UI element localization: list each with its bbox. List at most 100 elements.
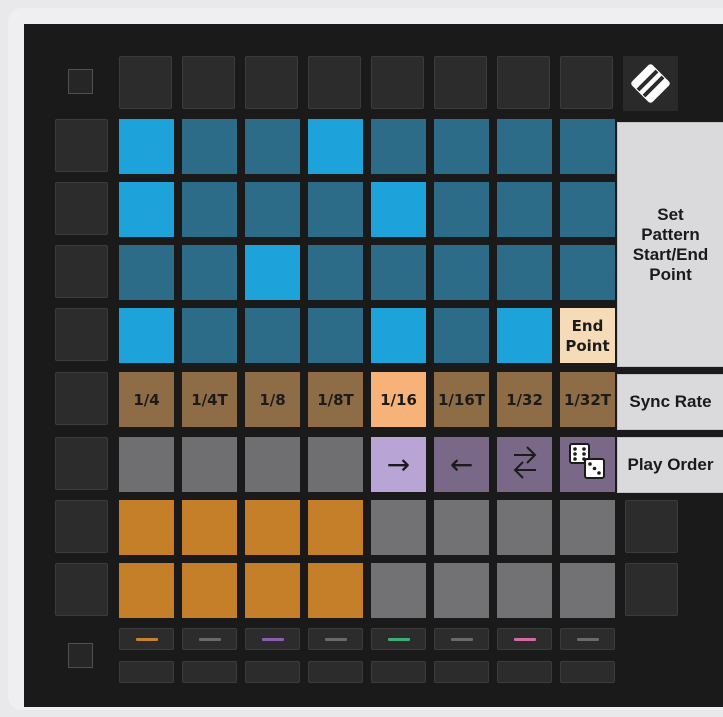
- pattern-pad[interactable]: [308, 182, 363, 237]
- track-select-button[interactable]: [371, 628, 426, 650]
- sync-rate-pad[interactable]: 1/16T: [434, 372, 489, 427]
- top-button-3[interactable]: [245, 56, 298, 109]
- track-select-button[interactable]: [308, 628, 363, 650]
- play-order-pad[interactable]: →: [371, 437, 426, 492]
- step-pad[interactable]: [245, 563, 300, 618]
- pattern-pad[interactable]: [434, 245, 489, 300]
- mute-solo-button[interactable]: [560, 661, 615, 683]
- pattern-pad[interactable]: [245, 182, 300, 237]
- pattern-pad[interactable]: [308, 308, 363, 363]
- sync-rate-pad[interactable]: 1/4T: [182, 372, 237, 427]
- play-order-pad[interactable]: [245, 437, 300, 492]
- mute-solo-button[interactable]: [182, 661, 237, 683]
- left-button-5[interactable]: [55, 372, 108, 425]
- play-order-pad[interactable]: [182, 437, 237, 492]
- play-order-pad[interactable]: [119, 437, 174, 492]
- pattern-pad[interactable]: [434, 308, 489, 363]
- pattern-pad[interactable]: [245, 245, 300, 300]
- top-button-4[interactable]: [308, 56, 361, 109]
- step-pad[interactable]: [497, 563, 552, 618]
- sync-rate-pad[interactable]: 1/16: [371, 372, 426, 427]
- play-order-pad[interactable]: [560, 437, 615, 492]
- pattern-pad[interactable]: [497, 119, 552, 174]
- left-button-6[interactable]: [55, 437, 108, 490]
- step-pad[interactable]: [434, 563, 489, 618]
- pattern-pad[interactable]: [119, 182, 174, 237]
- pattern-pad[interactable]: [119, 308, 174, 363]
- step-pad[interactable]: [245, 500, 300, 555]
- pattern-pad[interactable]: [371, 119, 426, 174]
- step-pad[interactable]: [182, 563, 237, 618]
- pattern-pad[interactable]: [497, 182, 552, 237]
- pattern-pad[interactable]: [434, 119, 489, 174]
- top-button-7[interactable]: [497, 56, 550, 109]
- left-button-8[interactable]: [55, 563, 108, 616]
- pattern-pad[interactable]: [434, 182, 489, 237]
- pattern-pad[interactable]: [308, 119, 363, 174]
- mute-solo-button[interactable]: [371, 661, 426, 683]
- end-point-pad[interactable]: End Point: [560, 308, 615, 363]
- pattern-pad[interactable]: [182, 182, 237, 237]
- pattern-pad[interactable]: [245, 308, 300, 363]
- left-button-4[interactable]: [55, 308, 108, 361]
- play-order-pad[interactable]: [497, 437, 552, 492]
- top-button-2[interactable]: [182, 56, 235, 109]
- left-button-3[interactable]: [55, 245, 108, 298]
- pattern-pad[interactable]: [371, 182, 426, 237]
- mute-solo-button[interactable]: [434, 661, 489, 683]
- step-pad[interactable]: [371, 563, 426, 618]
- mute-solo-button[interactable]: [497, 661, 552, 683]
- right-button-1[interactable]: [625, 500, 678, 553]
- left-button-7[interactable]: [55, 500, 108, 553]
- play-order-pad[interactable]: ←: [434, 437, 489, 492]
- pattern-pad[interactable]: [560, 245, 615, 300]
- pattern-pad[interactable]: [308, 245, 363, 300]
- top-button-6[interactable]: [434, 56, 487, 109]
- pattern-pad[interactable]: [182, 245, 237, 300]
- pattern-pad[interactable]: [497, 245, 552, 300]
- pattern-pad[interactable]: [245, 119, 300, 174]
- track-select-button[interactable]: [245, 628, 300, 650]
- step-pad[interactable]: [434, 500, 489, 555]
- pattern-pad[interactable]: [182, 308, 237, 363]
- sync-rate-pad[interactable]: 1/32: [497, 372, 552, 427]
- step-pad[interactable]: [119, 500, 174, 555]
- pattern-pad[interactable]: [182, 119, 237, 174]
- pattern-pad[interactable]: [119, 245, 174, 300]
- mute-solo-button[interactable]: [245, 661, 300, 683]
- left-button-1[interactable]: [55, 119, 108, 172]
- play-order-pad[interactable]: [308, 437, 363, 492]
- track-select-button[interactable]: [119, 628, 174, 650]
- pattern-pad[interactable]: [119, 119, 174, 174]
- top-button-8[interactable]: [560, 56, 613, 109]
- track-select-button[interactable]: [497, 628, 552, 650]
- left-button-2[interactable]: [55, 182, 108, 235]
- mute-solo-button[interactable]: [308, 661, 363, 683]
- pattern-pad[interactable]: [497, 308, 552, 363]
- step-pad[interactable]: [371, 500, 426, 555]
- pattern-pad[interactable]: [371, 245, 426, 300]
- step-pad[interactable]: [308, 563, 363, 618]
- pattern-pad[interactable]: [560, 119, 615, 174]
- step-pad[interactable]: [497, 500, 552, 555]
- setup-button[interactable]: [68, 643, 93, 668]
- right-button-2[interactable]: [625, 563, 678, 616]
- mute-solo-button[interactable]: [119, 661, 174, 683]
- step-pad[interactable]: [560, 563, 615, 618]
- track-select-button[interactable]: [560, 628, 615, 650]
- track-select-button[interactable]: [434, 628, 489, 650]
- step-pad[interactable]: [560, 500, 615, 555]
- sync-rate-pad[interactable]: 1/8: [245, 372, 300, 427]
- step-pad[interactable]: [119, 563, 174, 618]
- top-button-1[interactable]: [119, 56, 172, 109]
- pattern-pad[interactable]: [560, 182, 615, 237]
- sync-rate-pad[interactable]: 1/4: [119, 372, 174, 427]
- track-select-button[interactable]: [182, 628, 237, 650]
- sync-rate-pad[interactable]: 1/8T: [308, 372, 363, 427]
- step-pad[interactable]: [308, 500, 363, 555]
- step-pad[interactable]: [182, 500, 237, 555]
- pattern-pad[interactable]: [371, 308, 426, 363]
- sync-rate-pad[interactable]: 1/32T: [560, 372, 615, 427]
- top-button-5[interactable]: [371, 56, 424, 109]
- shift-button[interactable]: [68, 69, 93, 94]
